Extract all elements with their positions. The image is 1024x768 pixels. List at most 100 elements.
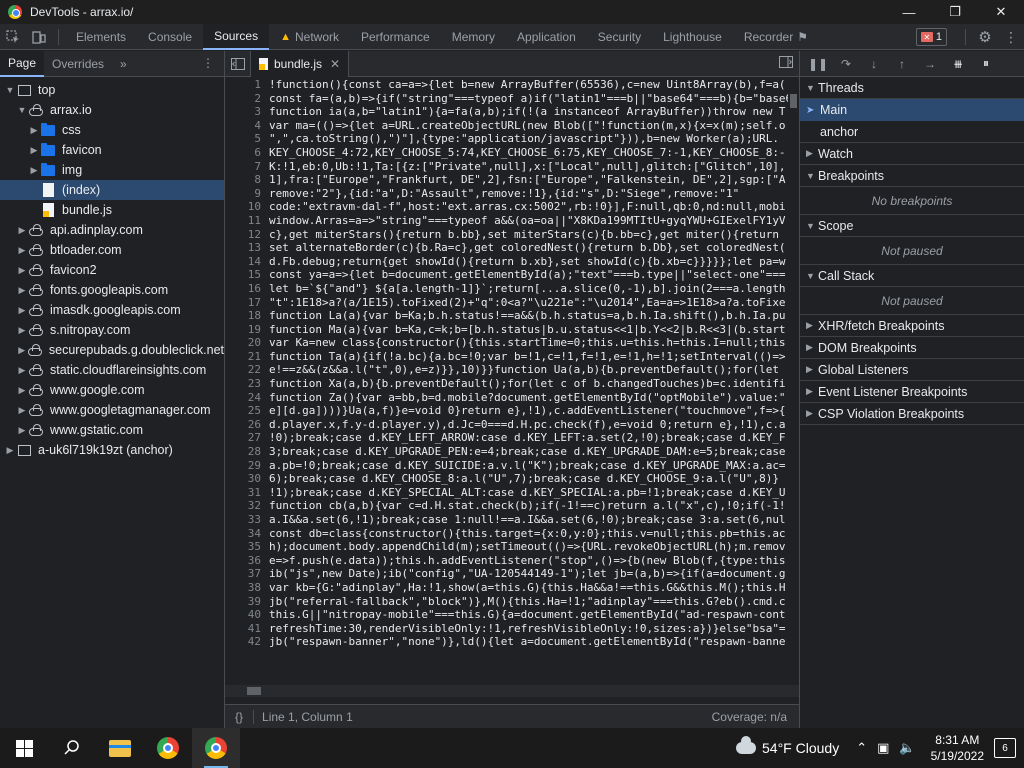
notification-center-icon[interactable]: 6 [994, 738, 1016, 758]
code-line[interactable]: 33 a.I&&a.set(6,!1);break;case 1:null!==a… [225, 513, 799, 527]
section-watch[interactable]: ▶ Watch [800, 143, 1024, 165]
code-line[interactable]: 7 K:!1,eb:0,Ub:!1,Ta:[{z:["Private",null]… [225, 160, 799, 174]
tab-memory[interactable]: Memory [441, 24, 506, 50]
line-number[interactable]: 19 [225, 323, 269, 337]
line-number[interactable]: 40 [225, 608, 269, 622]
code-line[interactable]: 22 e!==z&&(z&&a.l("t",0),e=z)}},10)}}func… [225, 363, 799, 377]
minimize-icon[interactable]: — [886, 0, 932, 24]
line-number[interactable]: 7 [225, 160, 269, 174]
tree-item-bundle-js[interactable]: bundle.js [0, 200, 224, 220]
line-number[interactable]: 38 [225, 581, 269, 595]
more-options-icon[interactable]: ⋮ [998, 24, 1024, 50]
pause-icon[interactable]: ❚❚ [804, 57, 832, 71]
line-number[interactable]: 36 [225, 554, 269, 568]
line-number[interactable]: 21 [225, 350, 269, 364]
line-number[interactable]: 35 [225, 540, 269, 554]
line-number[interactable]: 4 [225, 119, 269, 133]
code-line[interactable]: 15 const ya=a=>{let b=document.getElement… [225, 268, 799, 282]
code-line[interactable]: 30 6);break;case d.KEY_CHOOSE_8:a.l("U",7… [225, 472, 799, 486]
line-number[interactable]: 17 [225, 296, 269, 310]
tab-application[interactable]: Application [506, 24, 587, 50]
line-number[interactable]: 2 [225, 92, 269, 106]
file-tab-bundle-js[interactable]: bundle.js ✕ [251, 50, 350, 77]
code-line[interactable]: 2 const fa=(a,b)=>{if("string"===typeof a… [225, 92, 799, 106]
code-line[interactable]: 5 ",",ca.toString(),")"],{type:"applicati… [225, 132, 799, 146]
code-line[interactable]: 12 c},get miterStars(){return b.bb},set m… [225, 228, 799, 242]
section-scope[interactable]: ▼ Scope [800, 215, 1024, 237]
tree-item-img[interactable]: ▶ img [0, 160, 224, 180]
code-line[interactable]: 24 function Za(){var a=bb,b=d.mobile?docu… [225, 391, 799, 405]
tree-item-css[interactable]: ▶ css [0, 120, 224, 140]
line-number[interactable]: 28 [225, 445, 269, 459]
tab-lighthouse[interactable]: Lighthouse [652, 24, 733, 50]
line-number[interactable]: 22 [225, 363, 269, 377]
inspect-element-icon[interactable] [0, 24, 26, 50]
line-number[interactable]: 8 [225, 173, 269, 187]
vertical-scrollbar[interactable] [788, 78, 799, 704]
start-button[interactable] [0, 728, 48, 768]
tree-item-favicon[interactable]: ▶ favicon [0, 140, 224, 160]
section-threads[interactable]: ▼ Threads [800, 77, 1024, 99]
tree-item-domain[interactable]: ▶ imasdk.googleapis.com [0, 300, 224, 320]
code-line[interactable]: 27 !0);break;case d.KEY_LEFT_ARROW:case d… [225, 431, 799, 445]
code-line[interactable]: 9 remove:"2"},{id:"a",D:"Assault",remove:… [225, 187, 799, 201]
settings-gear-icon[interactable]: ⚙ [972, 24, 998, 50]
line-number[interactable]: 10 [225, 200, 269, 214]
tree-item-domain[interactable]: ▶ www.googletagmanager.com [0, 400, 224, 420]
network-icon[interactable]: ▣ [877, 740, 889, 756]
line-number[interactable]: 3 [225, 105, 269, 119]
tree-item-domain[interactable]: ▶ static.cloudflareinsights.com [0, 360, 224, 380]
weather-widget[interactable]: 54°F Cloudy [736, 736, 839, 756]
chrome-devtools-taskbar-button[interactable] [192, 728, 240, 768]
show-hidden-icons-chevron-icon[interactable]: ⌃ [856, 740, 867, 756]
line-number[interactable]: 29 [225, 459, 269, 473]
line-number[interactable]: 14 [225, 255, 269, 269]
tree-item-arrax[interactable]: ▼ arrax.io [0, 100, 224, 120]
tree-item-domain[interactable]: ▶ s.nitropay.com [0, 320, 224, 340]
code-line[interactable]: 19 function Ma(a){var b=Ka,c=k;b=[b.h.sta… [225, 323, 799, 337]
clock[interactable]: 8:31 AM 5/19/2022 [931, 732, 984, 764]
close-icon[interactable]: ✕ [978, 0, 1024, 24]
line-number[interactable]: 23 [225, 377, 269, 391]
line-number[interactable]: 39 [225, 595, 269, 609]
tab-console[interactable]: Console [137, 24, 203, 50]
section-csp-breakpoints[interactable]: ▶ CSP Violation Breakpoints [800, 403, 1024, 425]
line-number[interactable]: 1 [225, 78, 269, 92]
tree-item-domain[interactable]: ▶ favicon2 [0, 260, 224, 280]
code-line[interactable]: 21 function Ta(a){if(!a.bc){a.bc=!0;var b… [225, 350, 799, 364]
deactivate-breakpoints-icon[interactable]: ⧻ [944, 57, 972, 71]
horizontal-scrollbar[interactable] [225, 685, 799, 697]
line-number[interactable]: 37 [225, 567, 269, 581]
code-line[interactable]: 6 KEY_CHOOSE_4:72,KEY_CHOOSE_5:74,KEY_CHO… [225, 146, 799, 160]
tree-item-domain[interactable]: ▶ api.adinplay.com [0, 220, 224, 240]
line-number[interactable]: 11 [225, 214, 269, 228]
device-toolbar-icon[interactable] [26, 24, 52, 50]
more-tabs-icon[interactable]: » [112, 57, 135, 71]
code-line[interactable]: 28 3;break;case d.KEY_UPGRADE_PEN:e=4;bre… [225, 445, 799, 459]
tab-network[interactable]: ▲ Network [269, 24, 350, 50]
line-number[interactable]: 24 [225, 391, 269, 405]
tab-security[interactable]: Security [587, 24, 652, 50]
step-over-icon[interactable]: ↷ [832, 57, 860, 71]
code-line[interactable]: 38 var kb={G:"adinplay",Ha:!1,show(a=this… [225, 581, 799, 595]
code-line[interactable]: 26 d.player.x,f.y-d.player.y),d.Jc=0===d.… [225, 418, 799, 432]
maximize-icon[interactable]: ❐ [932, 0, 978, 24]
navigator-menu-icon[interactable]: ⋮ [202, 56, 214, 70]
line-number[interactable]: 34 [225, 527, 269, 541]
pretty-print-button[interactable]: {} [225, 710, 253, 724]
code-editor[interactable]: 1 !function(){const ca=a=>{let b=new Arra… [225, 78, 799, 704]
tab-sources[interactable]: Sources [203, 23, 270, 50]
tree-item-domain[interactable]: ▶ www.gstatic.com [0, 420, 224, 440]
code-line[interactable]: 31 !1);break;case d.KEY_SPECIAL_ALT:case … [225, 486, 799, 500]
line-number[interactable]: 26 [225, 418, 269, 432]
code-line[interactable]: 32 function cb(a,b){var c=d.H.stat.check(… [225, 499, 799, 513]
code-line[interactable]: 10 code:"extravm-dal-f",host:"ext.arras.c… [225, 200, 799, 214]
code-line[interactable]: 23 function Xa(a,b){b.preventDefault();fo… [225, 377, 799, 391]
code-line[interactable]: 37 ib("js",new Date);ib("config","UA-1205… [225, 567, 799, 581]
file-explorer-button[interactable] [96, 728, 144, 768]
section-call-stack[interactable]: ▼ Call Stack [800, 265, 1024, 287]
code-line[interactable]: 3 function ia(a,b="latin1"){a=fa(a,b);if(… [225, 105, 799, 119]
code-line[interactable]: 39 jb("referral-fallback","block")},M(){t… [225, 595, 799, 609]
tree-item-domain[interactable]: ▶ securepubads.g.doubleclick.net [0, 340, 224, 360]
code-line[interactable]: 35 h);document.body.appendChild(m);setTim… [225, 540, 799, 554]
